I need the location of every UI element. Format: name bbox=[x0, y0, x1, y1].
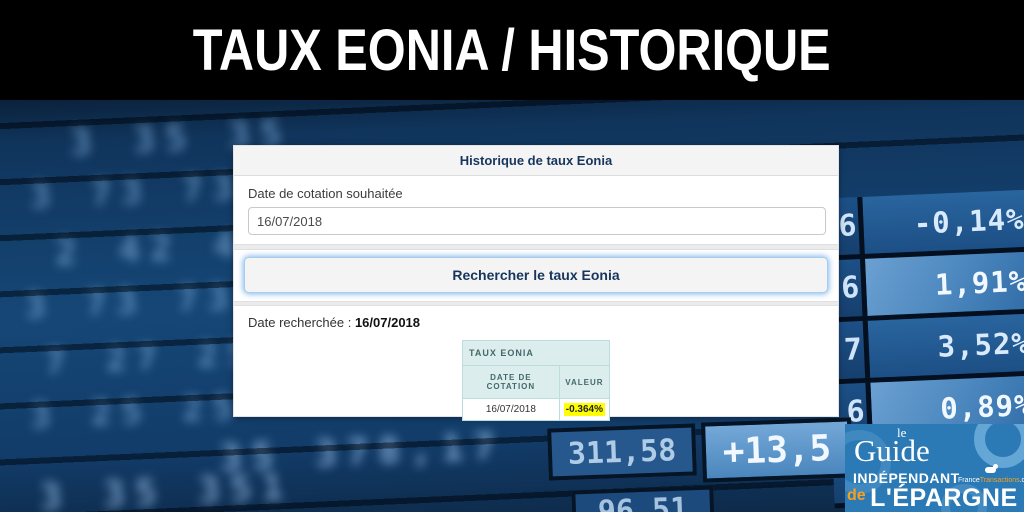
ticker-percent-cell: -0,14% bbox=[857, 190, 1024, 255]
search-eonia-button[interactable]: Rechercher le taux Eonia bbox=[244, 257, 828, 293]
logo-text-france: France bbox=[958, 477, 980, 484]
ticker-row: 7 3,52% bbox=[827, 313, 1024, 384]
ticker-bottom-cell-partial: 96,51 bbox=[571, 486, 714, 512]
page-title: TAUX EONIA / HISTORIQUE bbox=[193, 17, 831, 84]
logo-text-de: de bbox=[847, 487, 866, 504]
cell-quote-date: 16/07/2018 bbox=[463, 399, 560, 421]
logo-text-transactions: Transactions bbox=[980, 477, 1020, 484]
france-transactions-logo: le Guide INDÉPENDANT FranceTransactions.… bbox=[845, 424, 1024, 512]
highlighted-rate: -0.364% bbox=[564, 403, 605, 416]
searched-date-value: 16/07/2018 bbox=[355, 315, 420, 330]
table-row: 16/07/2018 -0.364% bbox=[463, 399, 610, 421]
sheep-icon bbox=[985, 464, 999, 474]
section-divider bbox=[234, 301, 838, 306]
logo-text-epargne: L'ÉPARGNE bbox=[870, 484, 1018, 512]
table-title: TAUX EONIA bbox=[463, 341, 610, 366]
ticker-bottom-cell: 311,58 bbox=[547, 423, 697, 480]
ring-decoration bbox=[974, 424, 1024, 468]
logo-text-guide: Guide bbox=[854, 433, 930, 469]
ticker-row: 6 -0,14% bbox=[821, 190, 1024, 261]
ticker-row: 6 1,91% bbox=[824, 252, 1024, 323]
table-title-row: TAUX EONIA bbox=[463, 341, 610, 366]
eonia-history-card: Historique de taux Eonia Date de cotatio… bbox=[233, 145, 839, 417]
ticker-percent-cell: 3,52% bbox=[863, 313, 1024, 378]
logo-text-dotcom: .com bbox=[1020, 477, 1024, 484]
logo-bottom-line: de L'ÉPARGNE bbox=[847, 484, 1018, 512]
section-divider bbox=[234, 244, 838, 250]
card-title: Historique de taux Eonia bbox=[460, 153, 612, 168]
title-banner: TAUX EONIA / HISTORIQUE bbox=[0, 0, 1024, 100]
column-header-date: DATE DE COTATION bbox=[463, 366, 560, 399]
logo-site-name: FranceTransactions.com bbox=[958, 477, 1024, 484]
searched-date-line: Date recherchée : 16/07/2018 bbox=[248, 315, 838, 330]
cell-rate-value: -0.364% bbox=[559, 399, 609, 421]
ticker-percent-cell: 1,91% bbox=[860, 252, 1024, 317]
date-input[interactable] bbox=[248, 207, 826, 235]
date-field-label: Date de cotation souhaitée bbox=[248, 186, 838, 201]
page: TAUX EONIA / HISTORIQUE 3 35 35 3 73 73 … bbox=[0, 0, 1024, 512]
card-header: Historique de taux Eonia bbox=[234, 146, 838, 176]
column-header-value: VALEUR bbox=[559, 366, 609, 399]
ticker-bottom-cell-highlight: +13,5 bbox=[701, 417, 853, 482]
searched-date-label: Date recherchée : bbox=[248, 315, 355, 330]
table-header-row: DATE DE COTATION VALEUR bbox=[463, 366, 610, 399]
eonia-result-table: TAUX EONIA DATE DE COTATION VALEUR 16/07… bbox=[462, 340, 610, 421]
